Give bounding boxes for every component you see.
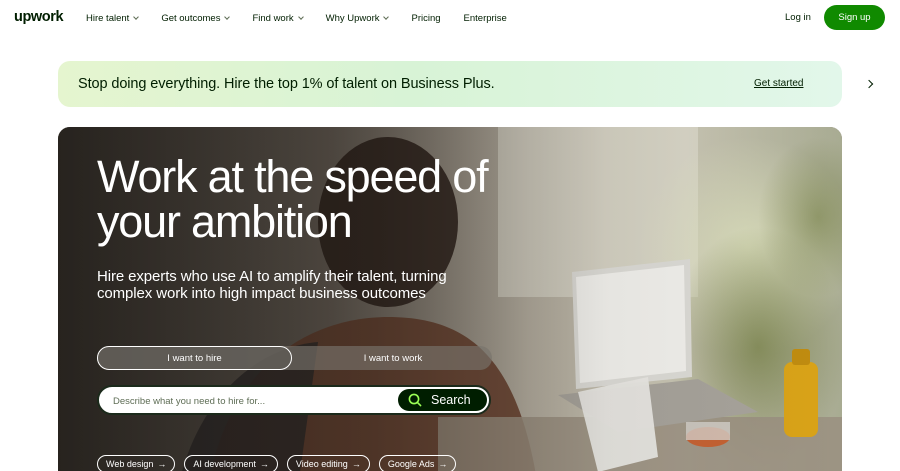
- arrow-right-icon: →: [438, 459, 448, 469]
- arrow-right-icon: →: [259, 459, 269, 469]
- i-want-to-work-tab[interactable]: I want to work: [295, 346, 491, 370]
- nav-item-get-outcomes[interactable]: Get outcomes: [161, 12, 231, 24]
- search-input[interactable]: [113, 393, 383, 409]
- chip-google-ads[interactable]: Google Ads →: [378, 455, 457, 471]
- hero-subtitle: Hire experts who use AI to amplify their…: [97, 268, 447, 302]
- hero-section: Work at the speed of your ambition Hire …: [58, 127, 842, 471]
- search-icon: [408, 393, 422, 407]
- search-button[interactable]: Search: [398, 389, 487, 411]
- nav-item-label: Get outcomes: [161, 12, 221, 24]
- chevron-right-icon[interactable]: [864, 79, 874, 89]
- top-nav-bar: upwork Hire talent Get outcomes Find wor…: [0, 0, 900, 36]
- arrow-right-icon: →: [351, 459, 361, 469]
- i-want-to-hire-tab[interactable]: I want to hire: [97, 346, 292, 370]
- hire-work-toggle: I want to hire I want to work: [97, 346, 492, 370]
- search-button-label: Search: [431, 393, 471, 407]
- nav-item-why-upwork[interactable]: Why Upwork: [325, 12, 390, 24]
- nav-item-label: Find work: [252, 12, 294, 24]
- hero-title: Work at the speed of your ambition: [97, 151, 489, 247]
- nav-item-label: Why Upwork: [325, 12, 380, 24]
- promo-text: Stop doing everything. Hire the top 1% o…: [78, 76, 495, 92]
- nav-item-label: Pricing: [411, 12, 441, 24]
- main-nav: Hire talent Get outcomes Find work Why U…: [86, 0, 530, 36]
- nav-item-label: Hire talent: [86, 12, 130, 24]
- nav-item-enterprise[interactable]: Enterprise: [464, 13, 507, 24]
- chip-label: AI development: [193, 459, 256, 469]
- chip-label: Video editing: [295, 459, 348, 469]
- chip-video-editing[interactable]: Video editing →: [286, 455, 370, 471]
- chevron-down-icon: [297, 13, 304, 20]
- chevron-down-icon: [383, 13, 390, 20]
- chevron-down-icon: [224, 13, 231, 20]
- nav-item-hire-talent[interactable]: Hire talent: [86, 12, 140, 24]
- login-link[interactable]: Log in: [785, 12, 811, 23]
- get-started-link[interactable]: Get started: [754, 78, 803, 89]
- hire-search-bar: Search: [97, 385, 491, 415]
- chip-ai-development[interactable]: AI development →: [184, 455, 278, 471]
- nav-item-pricing[interactable]: Pricing: [411, 13, 440, 24]
- signup-button[interactable]: Sign up: [824, 5, 885, 30]
- chip-label: Web design: [106, 459, 154, 469]
- chip-web-design[interactable]: Web design →: [97, 455, 176, 471]
- chip-label: Google Ads: [387, 459, 435, 469]
- promo-banner: Stop doing everything. Hire the top 1% o…: [58, 61, 874, 107]
- nav-item-find-work[interactable]: Find work: [252, 12, 304, 24]
- arrow-right-icon: →: [157, 459, 167, 469]
- nav-item-label: Enterprise: [463, 12, 507, 24]
- chevron-down-icon: [133, 13, 140, 20]
- upwork-logo[interactable]: upwork: [14, 9, 64, 25]
- suggestion-chips: Web design → AI development → Video edit…: [97, 455, 465, 471]
